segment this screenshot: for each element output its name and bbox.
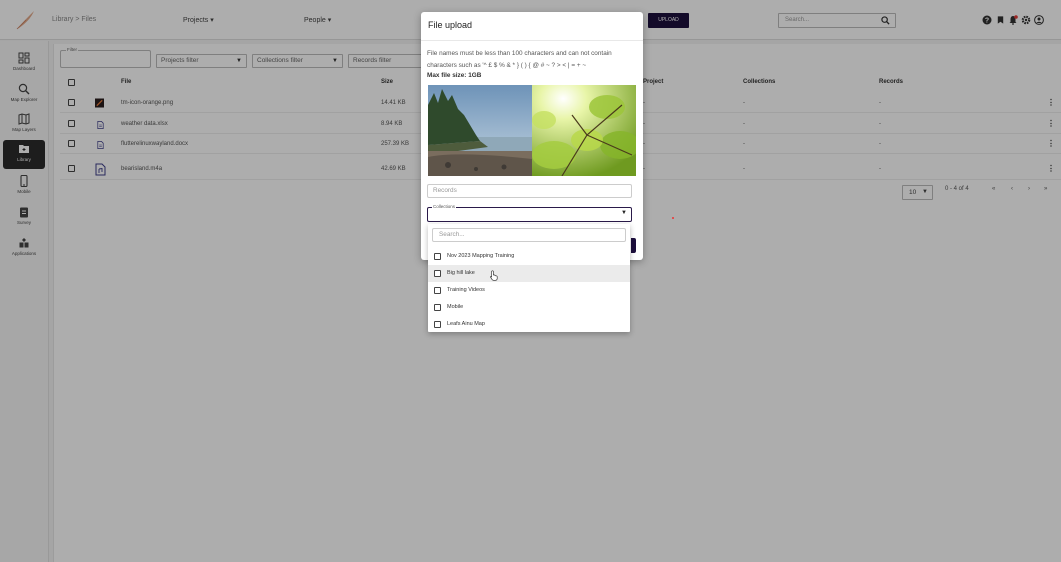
uploaded-image-preview-coast bbox=[428, 85, 532, 176]
divider bbox=[421, 40, 643, 41]
records-placeholder: Records bbox=[433, 187, 457, 194]
hand-pointer-cursor-icon bbox=[490, 270, 498, 281]
records-input[interactable]: Records bbox=[427, 184, 632, 198]
collection-option[interactable]: Mobile bbox=[428, 299, 630, 316]
collection-option-checkbox[interactable] bbox=[434, 253, 441, 260]
collection-option-checkbox[interactable] bbox=[434, 304, 441, 311]
collections-dropdown-list: Search... Nov 2023 Mapping Training Big … bbox=[428, 224, 630, 332]
collection-option-label: Leafs Ainu Map bbox=[447, 321, 485, 327]
red-dot-marker bbox=[672, 217, 674, 219]
collection-option-label: Mobile bbox=[447, 304, 464, 310]
collection-option-label: Training Videos bbox=[447, 287, 485, 293]
collection-option[interactable]: Training Videos bbox=[428, 282, 630, 299]
collection-option[interactable]: Nov 2023 Mapping Training bbox=[428, 248, 630, 265]
uploaded-image-preview-leaves bbox=[532, 85, 636, 176]
collection-option[interactable]: Big hill lake bbox=[428, 265, 630, 282]
collections-search-placeholder: Search... bbox=[439, 231, 465, 238]
collection-option-checkbox[interactable] bbox=[434, 270, 441, 277]
dialog-title: File upload bbox=[428, 20, 473, 30]
file-upload-dialog: File upload File names must be less than… bbox=[421, 12, 643, 260]
chevron-down-icon: ▼ bbox=[621, 210, 627, 216]
max-file-size-text: Max file size: 1GB bbox=[427, 72, 482, 79]
collections-field-label: Collections bbox=[432, 204, 457, 209]
collections-select[interactable]: Collections ▼ bbox=[427, 204, 632, 222]
upload-submit-button[interactable] bbox=[631, 238, 636, 253]
collection-option-checkbox[interactable] bbox=[434, 321, 441, 328]
filename-rules-text: File names must be less than 100 charact… bbox=[427, 50, 612, 69]
collection-option[interactable]: Leafs Ainu Map bbox=[428, 316, 630, 333]
collection-option-label: Big hill lake bbox=[447, 270, 475, 276]
collections-search-input[interactable]: Search... bbox=[432, 228, 626, 242]
collection-option-checkbox[interactable] bbox=[434, 287, 441, 294]
collection-option-label: Nov 2023 Mapping Training bbox=[447, 253, 515, 259]
